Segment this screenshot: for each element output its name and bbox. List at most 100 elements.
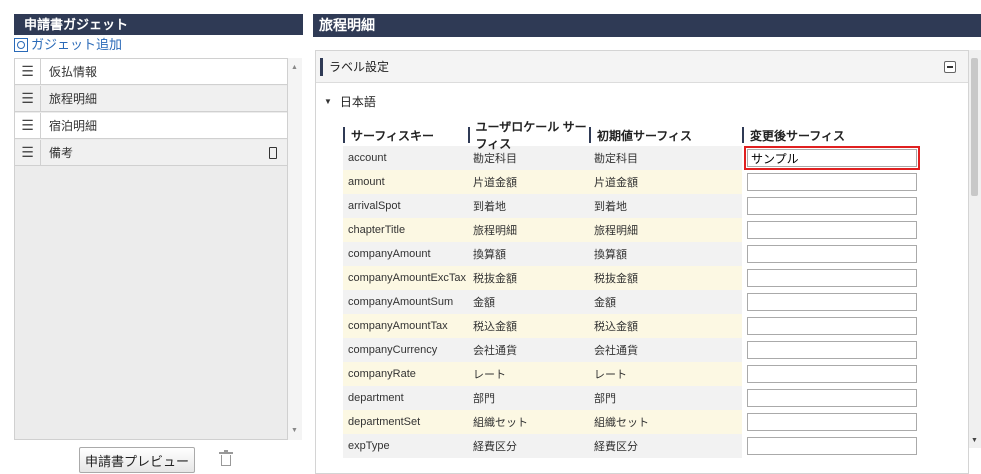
list-item[interactable]: ☰ 仮払情報 (15, 58, 287, 85)
surface-key-cell: companyAmount (343, 242, 468, 266)
list-item[interactable]: ☰ 備考 (15, 139, 287, 166)
surface-key-cell: expType (343, 434, 468, 458)
changed-surface-input[interactable] (747, 365, 917, 383)
column-header: サーフィスキー (343, 124, 468, 146)
initial-surface-cell: 換算額 (589, 242, 742, 266)
gadget-panel: 申請書ガジェット ガジェット追加 ☰ 仮払情報 ☰ 旅程明細 ☰ 宿泊明細 ☰ … (0, 0, 303, 474)
surface-key-cell: companyCurrency (343, 338, 468, 362)
initial-surface-cell: 会社通貨 (589, 338, 742, 362)
list-icon: ☰ (15, 58, 41, 85)
initial-surface-cell: 組織セット (589, 410, 742, 434)
table-header-row: サーフィスキー ユーザロケール サーフィス 初期値サーフィス 変更後サーフィス (343, 120, 922, 151)
language-toggle[interactable]: ▼ 日本語 (324, 93, 376, 110)
changed-surface-cell (742, 338, 922, 362)
table-row: amount 片道金額 片道金額 (343, 170, 922, 194)
initial-surface-cell: 税込金額 (589, 314, 742, 338)
table-row: chapterTitle 旅程明細 旅程明細 (343, 218, 922, 242)
surface-key-cell: companyAmountSum (343, 290, 468, 314)
column-header: ユーザロケール サーフィス (468, 120, 589, 151)
label-settings-bar: ラベル設定 (316, 51, 968, 83)
initial-surface-cell: レート (589, 362, 742, 386)
list-item-label: 備考 (49, 146, 74, 160)
surface-key-cell: arrivalSpot (343, 194, 468, 218)
column-header: 初期値サーフィス (589, 124, 742, 146)
changed-surface-input[interactable] (747, 389, 917, 407)
label-settings-title: ラベル設定 (329, 60, 390, 74)
changed-surface-input[interactable] (747, 317, 917, 335)
scroll-thumb[interactable] (971, 58, 978, 196)
gadget-list-scrollbar[interactable]: ▲ ▼ (288, 58, 302, 440)
preview-button[interactable]: 申請書プレビュー (79, 447, 195, 473)
surface-key-cell: companyAmountTax (343, 314, 468, 338)
changed-surface-input[interactable] (747, 269, 917, 287)
user-locale-cell: 旅程明細 (468, 218, 589, 242)
add-gadget-link[interactable]: ガジェット追加 (14, 36, 122, 54)
list-icon: ☰ (15, 85, 41, 112)
table-row: expType 経費区分 経費区分 (343, 434, 922, 458)
table-row: companyAmountSum 金額 金額 (343, 290, 922, 314)
changed-surface-cell (742, 218, 922, 242)
list-item-label: 旅程明細 (49, 92, 98, 106)
changed-surface-cell (742, 290, 922, 314)
scroll-down-icon[interactable]: ▼ (971, 437, 978, 444)
add-gadget-label: ガジェット追加 (31, 37, 123, 52)
list-item-label: 仮払情報 (49, 65, 98, 79)
surface-key-cell: companyAmountExcTax (343, 266, 468, 290)
detail-panel-title: 旅程明細 (313, 14, 981, 37)
language-label: 日本語 (339, 95, 376, 109)
changed-surface-cell (742, 266, 922, 290)
user-locale-cell: 換算額 (468, 242, 589, 266)
list-item[interactable]: ☰ 宿泊明細 (15, 112, 287, 139)
changed-surface-cell (742, 410, 922, 434)
user-locale-cell: 片道金額 (468, 170, 589, 194)
scroll-down-icon[interactable]: ▼ (291, 427, 298, 434)
list-icon: ☰ (15, 112, 41, 139)
trash-icon[interactable] (219, 450, 233, 466)
changed-surface-cell (742, 362, 922, 386)
changed-surface-input[interactable] (747, 413, 917, 431)
label-settings-panel: ラベル設定 ▼ 日本語 サーフィスキー ユーザロケール サーフィス 初期値サーフ… (315, 50, 969, 474)
user-locale-cell: 部門 (468, 386, 589, 410)
changed-surface-input[interactable] (747, 437, 917, 455)
list-item[interactable]: ☰ 旅程明細 (15, 85, 287, 112)
surface-table: サーフィスキー ユーザロケール サーフィス 初期値サーフィス 変更後サーフィス … (343, 120, 922, 458)
user-locale-cell: 到着地 (468, 194, 589, 218)
changed-surface-cell (742, 386, 922, 410)
table-row: companyAmountExcTax 税抜金額 税抜金額 (343, 266, 922, 290)
collapse-icon[interactable] (944, 60, 956, 73)
changed-surface-input[interactable] (747, 341, 917, 359)
detail-panel: 旅程明細 ラベル設定 ▼ 日本語 サーフィスキー ユーザロケール サーフィス 初… (309, 0, 981, 474)
surface-key-cell: chapterTitle (343, 218, 468, 242)
changed-surface-input[interactable] (747, 221, 917, 239)
scroll-up-icon[interactable]: ▲ (291, 64, 298, 71)
changed-surface-input[interactable] (747, 173, 917, 191)
initial-surface-cell: 勘定科目 (589, 146, 742, 170)
changed-surface-input[interactable] (747, 197, 917, 215)
table-row: account 勘定科目 勘定科目 (343, 146, 922, 170)
table-row: companyRate レート レート (343, 362, 922, 386)
changed-surface-cell (742, 170, 922, 194)
list-icon: ☰ (15, 139, 41, 166)
caret-down-icon: ▼ (324, 97, 332, 106)
changed-surface-input[interactable] (747, 293, 917, 311)
changed-surface-cell (742, 194, 922, 218)
user-locale-cell: 税込金額 (468, 314, 589, 338)
surface-key-cell: department (343, 386, 468, 410)
initial-surface-cell: 経費区分 (589, 434, 742, 458)
table-row: companyCurrency 会社通貨 会社通貨 (343, 338, 922, 362)
gadget-list: ☰ 仮払情報 ☰ 旅程明細 ☰ 宿泊明細 ☰ 備考 (14, 58, 288, 440)
mobile-icon[interactable] (269, 146, 277, 159)
table-row: department 部門 部門 (343, 386, 922, 410)
changed-surface-cell (742, 242, 922, 266)
search-icon (14, 38, 28, 52)
table-row: companyAmountTax 税込金額 税込金額 (343, 314, 922, 338)
surface-key-cell: companyRate (343, 362, 468, 386)
changed-surface-cell (742, 434, 922, 458)
changed-surface-input[interactable] (744, 146, 920, 170)
user-locale-cell: 組織セット (468, 410, 589, 434)
changed-surface-input[interactable] (747, 245, 917, 263)
detail-scrollbar[interactable]: ▼ (969, 50, 981, 448)
initial-surface-cell: 到着地 (589, 194, 742, 218)
surface-key-cell: amount (343, 170, 468, 194)
user-locale-cell: 金額 (468, 290, 589, 314)
